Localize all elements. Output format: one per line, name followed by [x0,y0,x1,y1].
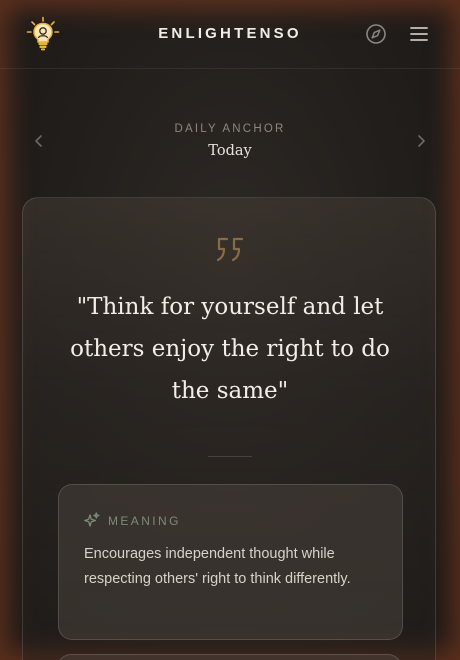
hamburger-menu-icon[interactable] [408,23,430,45]
brand-name[interactable]: ENLIGHTENSO [0,25,460,42]
section-eyebrow: DAILY ANCHOR [174,123,286,135]
sparkle-icon [84,512,100,528]
chevron-right-icon[interactable] [413,130,429,152]
divider [208,456,252,457]
compass-icon[interactable] [365,23,387,45]
next-card [57,654,402,660]
quote-icon [214,234,246,266]
meaning-title: MEANING [108,514,181,528]
meaning-card: MEANING Encourages independent thought w… [58,484,403,640]
date-label: Today [208,143,252,159]
meaning-text: Encourages independent thought while res… [84,546,351,587]
quote-text: "Think for yourself and let others enjoy… [70,294,390,404]
top-bar: ENLIGHTENSO [0,0,460,69]
quote-card: "Think for yourself and let others enjoy… [22,197,436,660]
app-frame: ENLIGHTENSO DAILY ANCHOR Today "Think fo… [0,0,460,660]
